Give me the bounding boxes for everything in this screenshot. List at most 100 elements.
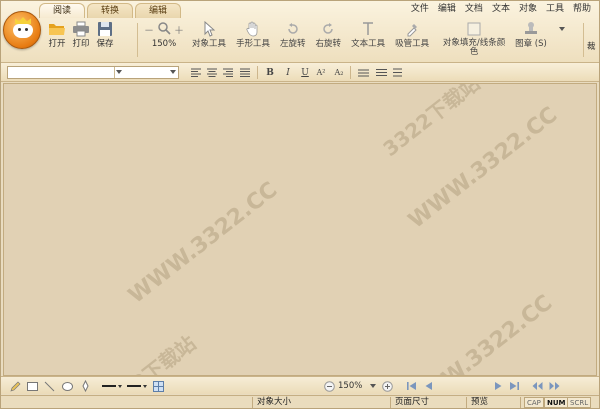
menu-text[interactable]: 文本	[492, 3, 510, 15]
scroll-lock-indicator: SCRL	[567, 397, 592, 408]
menu-document[interactable]: 文档	[465, 3, 483, 15]
watermark-text: WWW.3322.CC	[124, 177, 283, 309]
status-bar: 对象大小 页面尺寸 预览 CAP NUM SCRL	[1, 395, 599, 408]
watermark-text: WWW.3322.CC	[399, 290, 558, 376]
ellipse-button[interactable]	[61, 380, 73, 392]
menu-file[interactable]: 文件	[411, 3, 429, 15]
forward-view-button[interactable]	[548, 380, 560, 392]
document-canvas[interactable]: WWW.3322.CC 3322下载站 WWW.3322.CC 3322下载站 …	[3, 83, 597, 376]
next-page-icon	[494, 382, 501, 390]
rotate-right-icon	[319, 20, 337, 38]
format-bar: B I U A² A₂	[1, 63, 599, 82]
line-style-select[interactable]	[127, 380, 149, 392]
italic-button[interactable]: I	[281, 66, 295, 79]
line-button[interactable]	[43, 380, 55, 392]
zoom-control: － ＋ 150%	[141, 20, 187, 49]
rotate-right-button[interactable]: 右旋转	[313, 20, 345, 49]
rotate-left-button[interactable]: 左旋转	[277, 20, 309, 49]
align-center-button[interactable]	[205, 66, 219, 79]
superscript-button[interactable]: A²	[314, 66, 328, 79]
file-group: 打开 打印 保存	[45, 20, 117, 49]
align-left-icon	[191, 68, 201, 77]
text-cursor-icon	[359, 20, 377, 38]
rotate-right-label: 右旋转	[315, 39, 342, 49]
arrow-cursor-icon	[200, 20, 218, 38]
save-button[interactable]: 保存	[93, 20, 117, 49]
zoom-out-button[interactable]: －	[144, 22, 154, 37]
tab-convert[interactable]: 转换	[87, 3, 134, 18]
first-page-button[interactable]	[405, 380, 417, 392]
chevron-down-icon	[170, 70, 176, 74]
object-tool-label: 对象工具	[192, 39, 227, 49]
menu-object[interactable]: 对象	[519, 3, 537, 15]
hand-tool-button[interactable]: 手形工具	[233, 20, 273, 49]
menu-edit[interactable]: 编辑	[438, 3, 456, 15]
open-label: 打开	[48, 39, 66, 49]
crop-label: 裁	[587, 42, 596, 52]
list-button[interactable]	[390, 66, 404, 79]
menu-help[interactable]: 帮助	[573, 3, 591, 15]
zoom-out-button[interactable]	[323, 380, 335, 392]
align-left-button[interactable]	[189, 66, 203, 79]
caps-lock-indicator: CAP	[524, 397, 544, 408]
object-tool-button[interactable]: 对象工具	[189, 20, 229, 49]
print-label: 打印	[72, 39, 90, 49]
plus-circle-icon	[381, 380, 393, 392]
eyedropper-icon	[403, 20, 421, 38]
grid-button[interactable]	[152, 380, 164, 392]
num-lock-indicator: NUM	[544, 397, 569, 408]
zoom-value[interactable]: 150%	[152, 39, 176, 49]
rectangle-icon	[26, 381, 38, 391]
rectangle-button[interactable]	[26, 380, 38, 392]
pen-button[interactable]	[79, 380, 91, 392]
watermark-text: 3322下载站	[92, 328, 201, 375]
forward-arrow-icon	[549, 382, 559, 390]
tab-edit[interactable]: 编辑	[135, 3, 182, 18]
eyedropper-tool-button[interactable]: 吸管工具	[392, 20, 432, 49]
line-spacing-button[interactable]	[356, 66, 370, 79]
magnifier-icon[interactable]	[157, 21, 171, 38]
tab-read[interactable]: 阅读	[39, 3, 86, 18]
chevron-down-icon	[370, 384, 376, 388]
zoom-group: － ＋ 150%	[141, 20, 187, 49]
zoom-value[interactable]: 150%	[338, 380, 362, 392]
zoom-in-button[interactable]	[381, 380, 393, 392]
menubar: 文件 编辑 文档 文本 对象 工具 帮助	[402, 3, 591, 15]
print-button[interactable]: 打印	[69, 20, 93, 49]
page-size-status: 页面尺寸	[393, 397, 467, 408]
save-label: 保存	[96, 39, 114, 49]
zoom-dropdown[interactable]	[367, 380, 379, 392]
printer-icon	[72, 20, 90, 38]
zoom-in-button[interactable]: ＋	[174, 22, 184, 37]
text-tool-button[interactable]: 文本工具	[348, 20, 388, 49]
previous-page-button[interactable]	[422, 380, 434, 392]
fill-line-color-button[interactable]: 对象填充/线条颜色	[436, 20, 512, 57]
preview-status: 预览	[469, 397, 521, 408]
last-page-button[interactable]	[508, 380, 520, 392]
stamp-dropdown-button[interactable]	[550, 20, 574, 38]
app-logo-button[interactable]	[3, 11, 41, 49]
paragraph-spacing-button[interactable]	[374, 66, 388, 79]
eyedropper-tool-label: 吸管工具	[395, 39, 430, 49]
pen-icon	[81, 380, 89, 392]
ribbon: 阅读 转换 编辑 文件 编辑 文档 文本 对象 工具 帮助 打开 打印 保存 －…	[1, 1, 599, 63]
chevron-down-icon	[143, 384, 147, 388]
line-width-select[interactable]	[102, 380, 124, 392]
font-family-select[interactable]	[7, 66, 179, 79]
menu-tools[interactable]: 工具	[546, 3, 564, 15]
back-view-button[interactable]	[531, 380, 543, 392]
underline-button[interactable]: U	[298, 66, 312, 79]
floppy-disk-icon	[96, 20, 114, 38]
open-button[interactable]: 打开	[45, 20, 69, 49]
next-page-button[interactable]	[492, 380, 504, 392]
crop-button[interactable]: 裁	[587, 41, 596, 52]
line-spacing-icon	[357, 69, 369, 77]
stamp-button[interactable]: 图章 (S)	[512, 20, 550, 49]
watermark-text: 3322下载站	[378, 83, 485, 162]
bold-button[interactable]: B	[263, 66, 277, 79]
subscript-button[interactable]: A₂	[332, 66, 346, 79]
pencil-button[interactable]	[9, 380, 21, 392]
font-family-dropdown[interactable]	[114, 67, 124, 78]
justify-button[interactable]	[238, 66, 252, 79]
align-right-button[interactable]	[221, 66, 235, 79]
